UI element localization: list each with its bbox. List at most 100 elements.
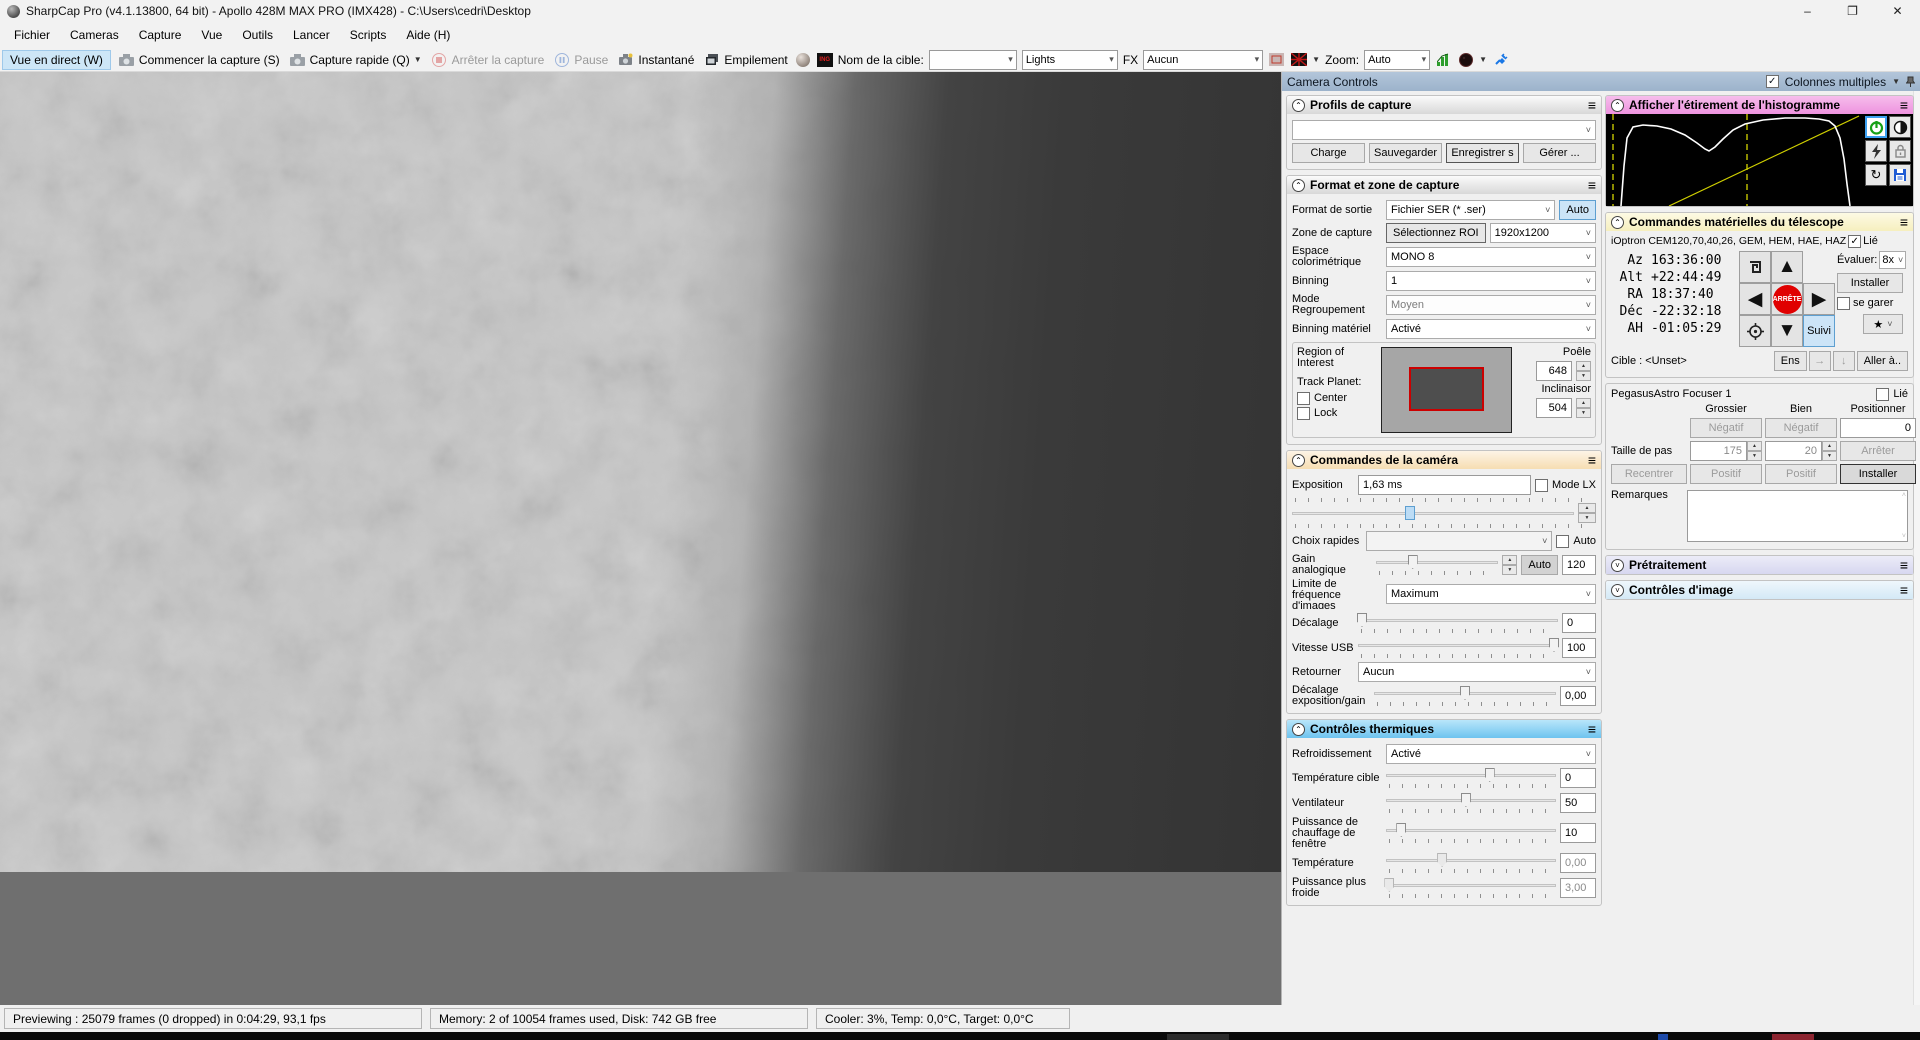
exposure-value[interactable]: 1,63 ms [1358, 475, 1531, 495]
profile-save-button[interactable]: Sauvegarder [1369, 143, 1442, 163]
offset-slider-handle[interactable] [1357, 613, 1367, 627]
slew-up-button[interactable]: ▲ [1771, 251, 1803, 283]
histogram-header[interactable]: ⌃ Afficher l'étirement de l'histogramme … [1606, 96, 1913, 114]
histogram-icon[interactable] [1435, 52, 1452, 68]
slew-down-button[interactable]: ▼ [1771, 315, 1803, 347]
menu-aide[interactable]: Aide (H) [396, 23, 460, 47]
tilt-value[interactable]: 504 [1536, 398, 1572, 418]
spiral-search-button[interactable] [1739, 251, 1771, 283]
slew-rate-select[interactable]: 8x ˅ [1879, 251, 1907, 269]
quick-picks-select[interactable]: ˅ [1366, 531, 1553, 551]
roi-frame-icon[interactable] [1268, 52, 1285, 68]
fan-slider-handle[interactable] [1460, 793, 1471, 807]
fx-combobox[interactable]: Aucun ▾ [1143, 49, 1264, 70]
window-heater-slider-handle[interactable] [1396, 823, 1407, 837]
camera-controls-header[interactable]: ⌃ Commandes de la caméra ≡ [1287, 451, 1601, 469]
focuser-fine-negative-button[interactable]: Négatif [1765, 418, 1837, 438]
fan-slider[interactable] [1386, 792, 1556, 808]
goto-button[interactable]: Aller à.. [1856, 351, 1908, 371]
image-controls-header[interactable]: ˅ Contrôles d'image ≡ [1606, 581, 1913, 599]
gain-slider[interactable] [1376, 554, 1499, 570]
histogram-save-button[interactable] [1889, 164, 1911, 186]
tracking-button[interactable]: Suivi [1803, 315, 1835, 347]
collapse-icon[interactable]: ⌃ [1611, 215, 1624, 229]
slew-right-button[interactable]: ▶ [1803, 283, 1835, 315]
focuser-coarse-step-spinner[interactable]: ▲ ▼ [1747, 441, 1762, 461]
preprocessing-header[interactable]: ˅ Prétraitement ≡ [1606, 556, 1913, 574]
menu-scripts[interactable]: Scripts [340, 23, 397, 47]
focuser-linked-checkbox[interactable] [1876, 388, 1890, 401]
snapshot-button[interactable]: Instantané [615, 51, 696, 69]
roi-preview[interactable] [1381, 347, 1512, 433]
flip-select[interactable]: Aucun ˅ [1358, 662, 1596, 682]
slew-left-button[interactable]: ◀ [1739, 283, 1771, 315]
target-temp-slider-handle[interactable] [1484, 768, 1495, 782]
section-menu-icon[interactable]: ≡ [1588, 177, 1596, 193]
gain-spinner[interactable]: ▲ ▼ [1502, 555, 1518, 575]
track-center-checkbox[interactable] [1297, 392, 1310, 405]
focuser-coarse-step-value[interactable]: 175 [1690, 441, 1747, 461]
binning-select[interactable]: 1 ˅ [1386, 271, 1596, 291]
chevron-down-icon[interactable]: ▼ [1312, 55, 1320, 64]
mount-stop-button[interactable]: ARRÊTE [1771, 283, 1803, 315]
menu-capture[interactable]: Capture [129, 23, 192, 47]
mask-icon[interactable] [1290, 52, 1307, 68]
section-menu-icon[interactable]: ≡ [1588, 452, 1596, 468]
profile-load-button[interactable]: Charge [1292, 143, 1365, 163]
section-menu-icon[interactable]: ≡ [1588, 721, 1596, 737]
focuser-recenter-button[interactable]: Recentrer [1611, 464, 1687, 484]
usb-speed-value[interactable]: 100 [1562, 638, 1596, 658]
eg-offset-slider-handle[interactable] [1460, 686, 1470, 700]
output-format-select[interactable]: Fichier SER (* .ser) ˅ [1386, 200, 1556, 220]
thermal-controls-header[interactable]: ⌃ Contrôles thermiques ≡ [1287, 720, 1601, 738]
chevron-down-icon[interactable]: ▼ [1479, 55, 1487, 64]
set-target-button[interactable]: Ens [1773, 351, 1807, 371]
restore-button[interactable]: ❐ [1830, 0, 1875, 22]
output-format-auto-button[interactable]: Auto [1559, 200, 1596, 220]
zoom-combobox[interactable]: Auto ▾ [1364, 49, 1431, 70]
push-down-button[interactable]: ↓ [1832, 351, 1855, 371]
focuser-coarse-positive-button[interactable]: Positif [1690, 464, 1762, 484]
mount-linked-checkbox[interactable]: ✓ [1848, 235, 1862, 248]
usb-speed-slider-handle[interactable] [1549, 638, 1559, 652]
usb-speed-slider[interactable] [1358, 637, 1559, 653]
framerate-select[interactable]: Maximum ˅ [1386, 584, 1596, 604]
capture-area-select[interactable]: 1920x1200 ˅ [1489, 223, 1596, 243]
favorites-star-button[interactable]: ★ ˅ [1863, 314, 1903, 334]
frame-type-combobox[interactable]: Lights ▾ [1021, 49, 1118, 70]
dark-frame-icon[interactable] [1457, 52, 1474, 68]
collapse-icon[interactable]: ⌃ [1611, 98, 1624, 112]
menu-lancer[interactable]: Lancer [283, 23, 340, 47]
plug-icon[interactable] [1492, 52, 1509, 68]
fan-value[interactable]: 50 [1560, 793, 1596, 813]
capture-format-header[interactable]: ⌃ Format et zone de capture ≡ [1287, 176, 1601, 194]
offset-slider[interactable] [1357, 612, 1558, 628]
planet-icon[interactable] [795, 52, 812, 68]
pause-button[interactable]: Pause [551, 51, 610, 69]
histogram-power-button[interactable] [1865, 116, 1887, 138]
section-menu-icon[interactable]: ≡ [1588, 97, 1596, 113]
stack-button[interactable]: Empilement [701, 51, 789, 69]
telescope-controls-header[interactable]: ⌃ Commandes matérielles du télescope ≡ [1606, 213, 1913, 231]
multi-columns-checkbox[interactable]: ✓ [1765, 75, 1779, 88]
select-roi-button[interactable]: Sélectionnez ROI [1386, 223, 1486, 243]
focuser-coarse-negative-button[interactable]: Négatif [1690, 418, 1762, 438]
lx-mode-checkbox[interactable] [1534, 478, 1548, 492]
menu-fichier[interactable]: Fichier [4, 23, 60, 47]
eg-offset-slider[interactable] [1374, 685, 1556, 701]
exposure-auto-checkbox[interactable] [1556, 534, 1570, 548]
focuser-fine-positive-button[interactable]: Positif [1765, 464, 1837, 484]
roi-rectangle[interactable] [1409, 367, 1484, 411]
ing-icon[interactable]: ING [816, 52, 833, 67]
window-heater-slider[interactable] [1386, 822, 1556, 838]
expand-icon[interactable]: ˅ [1611, 583, 1624, 597]
menu-outils[interactable]: Outils [232, 23, 283, 47]
panel-scrollbar[interactable] [1913, 91, 1920, 1005]
focuser-stop-button[interactable]: Arrêter [1840, 441, 1916, 461]
gain-value[interactable]: 120 [1562, 555, 1596, 575]
section-menu-icon[interactable]: ≡ [1900, 214, 1908, 230]
profile-manage-button[interactable]: Gérer ... [1523, 143, 1596, 163]
chevron-down-icon[interactable]: ▼ [1892, 77, 1900, 86]
collapse-icon[interactable]: ⌃ [1292, 178, 1305, 192]
quick-capture-button[interactable]: Capture rapide (Q) ▼ [287, 51, 424, 69]
